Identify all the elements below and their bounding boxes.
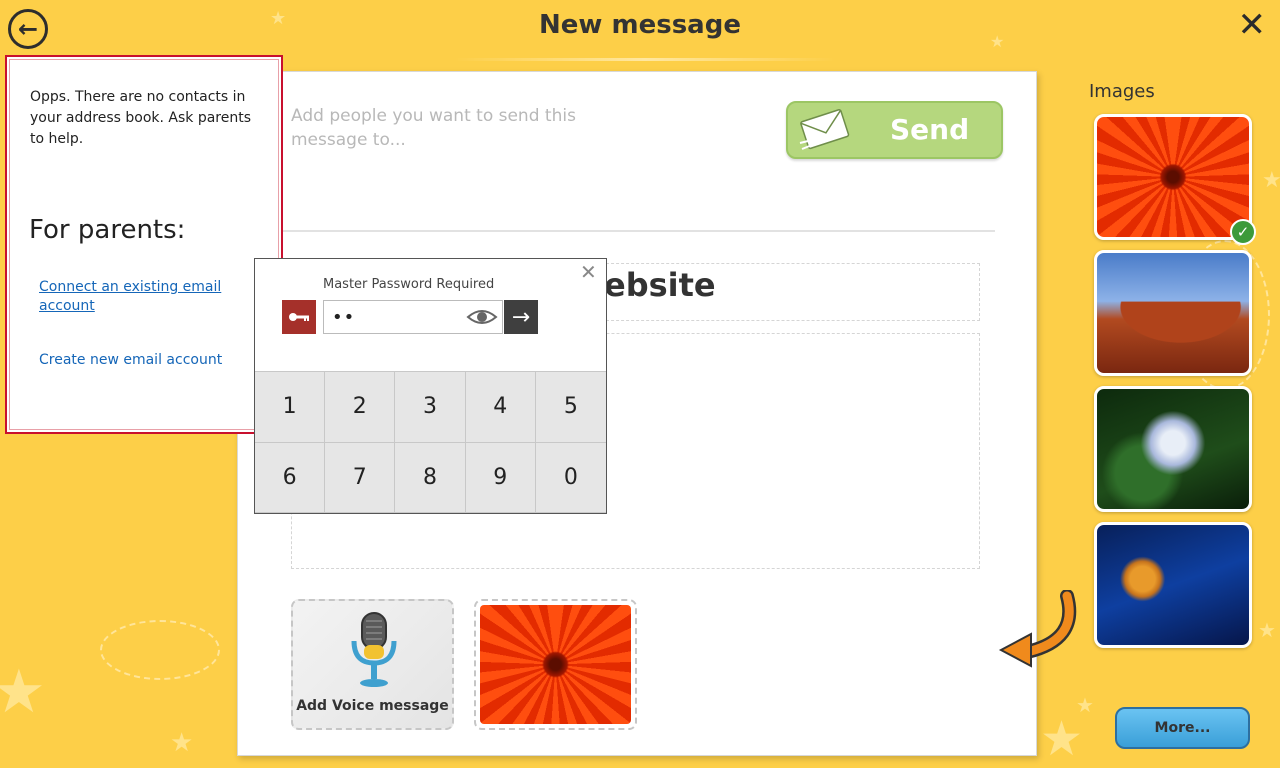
star-decoration: ★ bbox=[1258, 618, 1276, 642]
envelope-icon bbox=[799, 109, 850, 150]
image-option-flower[interactable] bbox=[1094, 114, 1252, 240]
keypad-key-2[interactable]: 2 bbox=[325, 372, 396, 443]
no-contacts-message: Opps. There are no contacts in your addr… bbox=[30, 89, 252, 147]
close-icon: ✕ bbox=[1237, 5, 1267, 45]
recipients-input[interactable]: Add people you want to send this message… bbox=[291, 104, 611, 152]
voice-message-label: Add Voice message bbox=[296, 698, 449, 714]
images-heading: Images bbox=[1089, 81, 1155, 102]
title-underline bbox=[455, 58, 835, 61]
keypad-key-6[interactable]: 6 bbox=[255, 442, 326, 513]
keypad-key-0[interactable]: 0 bbox=[535, 442, 606, 513]
star-decoration: ★ bbox=[1076, 693, 1094, 717]
keypad-key-3[interactable]: 3 bbox=[395, 372, 466, 443]
page-title: New message bbox=[539, 10, 741, 40]
flower-thumbnail bbox=[480, 605, 631, 724]
key-icon bbox=[282, 300, 316, 334]
password-dialog-close-button[interactable]: ✕ bbox=[580, 262, 597, 282]
star-decoration: ★ bbox=[1040, 711, 1084, 767]
image-option-desert[interactable] bbox=[1094, 250, 1252, 376]
star-decoration: ★ bbox=[170, 728, 194, 758]
password-dialog-title: Master Password Required bbox=[323, 277, 495, 292]
keypad-key-4[interactable]: 4 bbox=[465, 372, 536, 443]
send-button[interactable]: Send bbox=[786, 101, 1003, 159]
attached-image[interactable] bbox=[474, 599, 637, 730]
close-button[interactable]: ✕ bbox=[1238, 8, 1267, 42]
image-option-hydrangea[interactable] bbox=[1094, 386, 1252, 512]
star-decoration: ★ bbox=[0, 657, 46, 727]
add-voice-message-button[interactable]: Add Voice message bbox=[291, 599, 454, 730]
for-parents-heading: For parents: bbox=[29, 215, 186, 245]
eye-icon[interactable] bbox=[466, 305, 498, 329]
divider bbox=[283, 230, 995, 232]
connect-email-link[interactable]: Connect an existing email account bbox=[39, 278, 249, 316]
curved-arrow-icon bbox=[998, 590, 1077, 668]
image-option-jellyfish[interactable] bbox=[1094, 522, 1252, 648]
keypad-key-8[interactable]: 8 bbox=[395, 442, 466, 513]
submit-password-button[interactable]: → bbox=[504, 300, 538, 334]
keypad-key-1[interactable]: 1 bbox=[255, 372, 326, 443]
swirl-decoration bbox=[100, 620, 220, 680]
send-label: Send bbox=[890, 113, 970, 146]
keypad-key-9[interactable]: 9 bbox=[465, 442, 536, 513]
keypad-key-5[interactable]: 5 bbox=[535, 372, 606, 443]
numeric-keypad: 1 2 3 4 5 6 7 8 9 0 bbox=[255, 371, 606, 513]
star-decoration: ★ bbox=[1262, 168, 1280, 193]
microphone-icon bbox=[351, 612, 397, 687]
create-email-link[interactable]: Create new email account bbox=[39, 351, 249, 370]
more-button[interactable]: More... bbox=[1115, 707, 1250, 749]
subject-text: ebsite bbox=[604, 266, 716, 304]
keypad-key-7[interactable]: 7 bbox=[325, 442, 396, 513]
arrow-right-icon: → bbox=[511, 304, 531, 330]
close-icon: ✕ bbox=[580, 260, 597, 284]
checkmark-icon: ✓ bbox=[1230, 219, 1256, 245]
